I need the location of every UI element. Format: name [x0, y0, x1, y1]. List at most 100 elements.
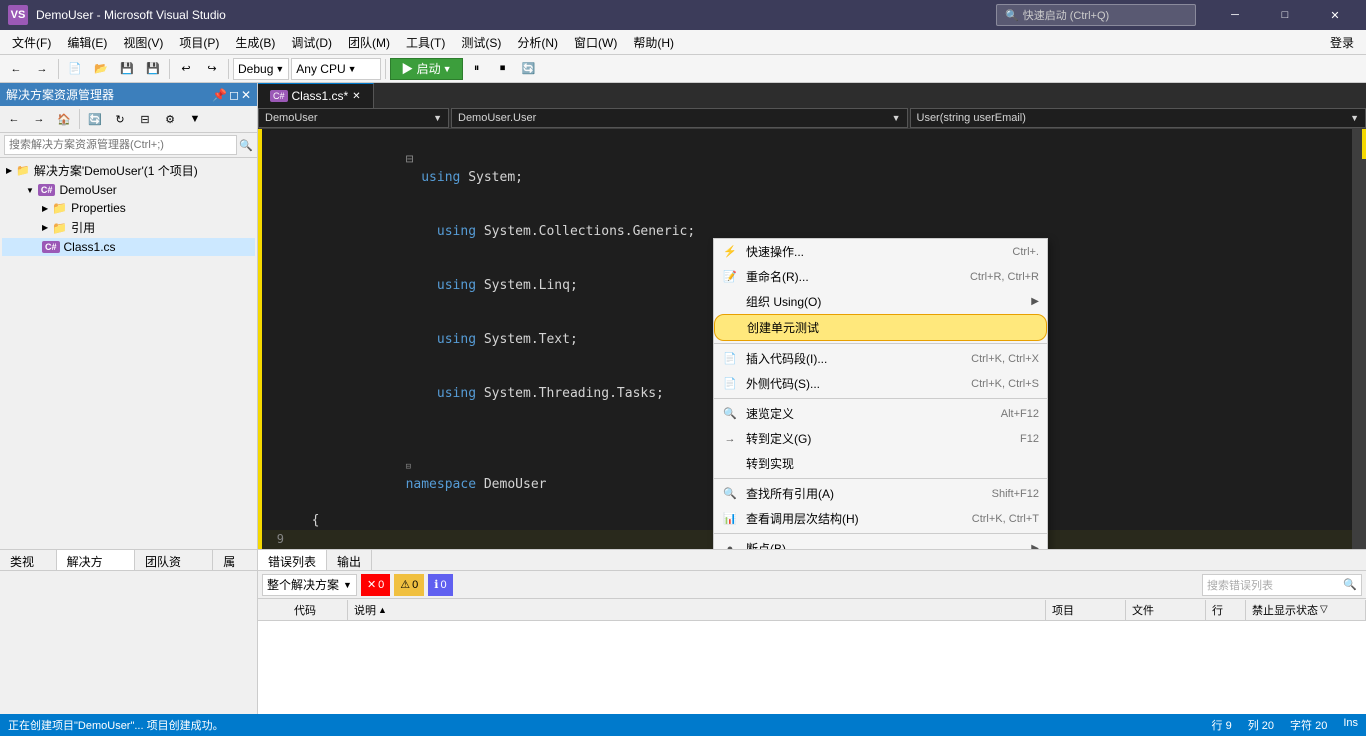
menu-debug[interactable]: 调试(D) — [283, 30, 340, 55]
ctx-breakpoint[interactable]: ● 断点(B) ▶ — [714, 536, 1047, 549]
back-btn[interactable]: ← — [4, 58, 28, 80]
nav-right-chevron: ▼ — [1350, 113, 1359, 123]
filter-btn[interactable]: ▼ — [183, 108, 207, 130]
ctx-call-hierarchy[interactable]: 📊 查看调用层次结构(H) Ctrl+K, Ctrl+T — [714, 506, 1047, 531]
class1-node[interactable]: C# Class1.cs — [2, 238, 255, 256]
project-node[interactable]: ▼ C# DemoUser — [2, 181, 255, 199]
save-btn[interactable]: 💾 — [115, 58, 139, 80]
properties-node[interactable]: ▶ 📁 Properties — [2, 199, 255, 217]
properties-label: Properties — [71, 201, 126, 215]
restart-btn[interactable]: 🔄 — [517, 58, 541, 80]
refresh-btn[interactable]: ↻ — [108, 108, 132, 130]
solution-tab[interactable]: 解决方案... — [57, 550, 135, 570]
maximize-button[interactable]: □ — [1262, 0, 1308, 30]
redo-btn[interactable]: ↪ — [200, 58, 224, 80]
ctx-peek-definition[interactable]: 🔍 速览定义 Alt+F12 — [714, 401, 1047, 426]
pause-btn[interactable]: ⏸ — [465, 58, 489, 80]
insert-mode: Ins — [1343, 717, 1358, 733]
ns-collapse-icon[interactable]: ⊟ — [406, 462, 411, 472]
start-button[interactable]: ▶ 启动 ▼ — [390, 58, 462, 80]
ctx-insert-snippet[interactable]: 📄 插入代码段(I)... Ctrl+K, Ctrl+X — [714, 346, 1047, 371]
ctx-sep4 — [714, 533, 1047, 534]
ctx-sep1 — [714, 343, 1047, 344]
nav-back-btn[interactable]: ← — [2, 108, 26, 130]
tab-close-icon[interactable]: ✕ — [352, 91, 360, 102]
filter-label: 整个解决方案 — [267, 576, 339, 593]
sidebar-close-icon[interactable]: ✕ — [241, 88, 251, 102]
ctx-goto-definition[interactable]: → 转到定义(G) F12 — [714, 426, 1047, 451]
file-col-header[interactable]: 文件 — [1126, 600, 1206, 620]
ctx-create-unit-test[interactable]: 创建单元测试 — [714, 314, 1047, 341]
login-button[interactable]: 登录 — [1322, 32, 1362, 53]
info-filter-btn[interactable]: ℹ 0 — [428, 574, 452, 596]
menu-file[interactable]: 文件(F) — [4, 30, 59, 55]
output-tab[interactable]: 输出 — [327, 550, 372, 570]
menu-window[interactable]: 窗口(W) — [566, 30, 625, 55]
code-col-header[interactable]: 代码 — [288, 600, 348, 620]
nav-fwd-btn[interactable]: → — [27, 108, 51, 130]
ctx-quick-actions[interactable]: ⚡ 快速操作... Ctrl+. — [714, 239, 1047, 264]
sidebar-float-icon[interactable]: ◻ — [229, 88, 239, 102]
references-node[interactable]: ▶ 📁 引用 — [2, 217, 255, 238]
error-filter-btn[interactable]: ✕ 0 — [361, 574, 390, 596]
platform-dropdown[interactable]: Any CPU ▼ — [291, 58, 381, 80]
organize-icon — [722, 294, 738, 310]
ctx-find-refs[interactable]: 🔍 查找所有引用(A) Shift+F12 — [714, 481, 1047, 506]
editor-scrollbar[interactable]: 💡 — [1352, 129, 1366, 549]
sidebar-pin-icon[interactable]: 📌 — [212, 88, 227, 102]
nav-right-dropdown[interactable]: User(string userEmail) ▼ — [910, 108, 1366, 128]
home-btn[interactable]: 🏠 — [52, 108, 76, 130]
sidebar-search-input[interactable] — [4, 135, 237, 155]
class1-tab[interactable]: C# Class1.cs* ✕ — [258, 83, 374, 108]
collapse-btn[interactable]: ⊟ — [133, 108, 157, 130]
desc-col-header[interactable]: 说明 ▲ — [348, 600, 1046, 620]
ctx-organize-using[interactable]: 组织 Using(O) ▶ — [714, 289, 1047, 314]
warning-filter-btn[interactable]: ⚠ 0 — [394, 574, 424, 596]
minimize-button[interactable]: ─ — [1212, 0, 1258, 30]
props-btn[interactable]: ⚙ — [158, 108, 182, 130]
menu-view[interactable]: 视图(V) — [115, 30, 171, 55]
stop-btn[interactable]: ⏹ — [491, 58, 515, 80]
nav-middle-dropdown[interactable]: DemoUser.User ▼ — [451, 108, 908, 128]
surround-icon: 📄 — [722, 376, 738, 392]
menu-analyze[interactable]: 分析(N) — [509, 30, 566, 55]
menu-tools[interactable]: 工具(T) — [398, 30, 453, 55]
class-view-tab[interactable]: 类视图 — [0, 550, 57, 570]
info-icon: ℹ — [434, 578, 438, 591]
new-btn[interactable]: 📄 — [63, 58, 87, 80]
debug-mode-dropdown[interactable]: Debug ▼ — [233, 58, 289, 80]
menu-test[interactable]: 测试(S) — [453, 30, 509, 55]
warning-icon: ⚠ — [400, 578, 410, 591]
properties-tab[interactable]: 属性 — [213, 550, 258, 570]
menu-team[interactable]: 团队(M) — [340, 30, 398, 55]
ctx-rename[interactable]: 📝 重命名(R)... Ctrl+R, Ctrl+R — [714, 264, 1047, 289]
suppress-col-header[interactable]: 禁止显示状态 ▽ — [1246, 600, 1366, 620]
ctx-goto-impl[interactable]: 转到实现 — [714, 451, 1047, 476]
hierarchy-icon: 📊 — [722, 511, 738, 527]
project-col-header[interactable]: 项目 — [1046, 600, 1126, 620]
error-search-icon[interactable]: 🔍 — [1343, 578, 1357, 591]
vs-logo: VS — [8, 5, 28, 25]
nav-left-dropdown[interactable]: DemoUser ▼ — [258, 108, 449, 128]
collapse-icon[interactable]: ⊟ — [406, 152, 414, 167]
references-label: 引用 — [71, 219, 95, 236]
solution-node[interactable]: ▶ 📁 解决方案'DemoUser'(1 个项目) — [2, 160, 255, 181]
error-list-tab[interactable]: 错误列表 — [258, 550, 327, 570]
ctx-surround-with[interactable]: 📄 外侧代码(S)... Ctrl+K, Ctrl+S — [714, 371, 1047, 396]
line-col-header[interactable]: 行 — [1206, 600, 1246, 620]
open-btn[interactable]: 📂 — [89, 58, 113, 80]
fwd-btn[interactable]: → — [30, 58, 54, 80]
save-all-btn[interactable]: 💾 — [141, 58, 165, 80]
menu-project[interactable]: 项目(P) — [171, 30, 227, 55]
menu-edit[interactable]: 编辑(E) — [59, 30, 115, 55]
undo-btn[interactable]: ↩ — [174, 58, 198, 80]
close-button[interactable]: ✕ — [1312, 0, 1358, 30]
menu-help[interactable]: 帮助(H) — [625, 30, 682, 55]
menu-build[interactable]: 生成(B) — [227, 30, 283, 55]
left-bottom-tabs: 类视图 解决方案... 团队资源... 属性 — [0, 550, 258, 570]
filter-dropdown[interactable]: 整个解决方案 ▼ — [262, 574, 357, 596]
sync-btn[interactable]: 🔄 — [83, 108, 107, 130]
props-expand-icon: ▶ — [42, 204, 48, 213]
ctx-sep2 — [714, 398, 1047, 399]
team-resources-tab[interactable]: 团队资源... — [135, 550, 213, 570]
